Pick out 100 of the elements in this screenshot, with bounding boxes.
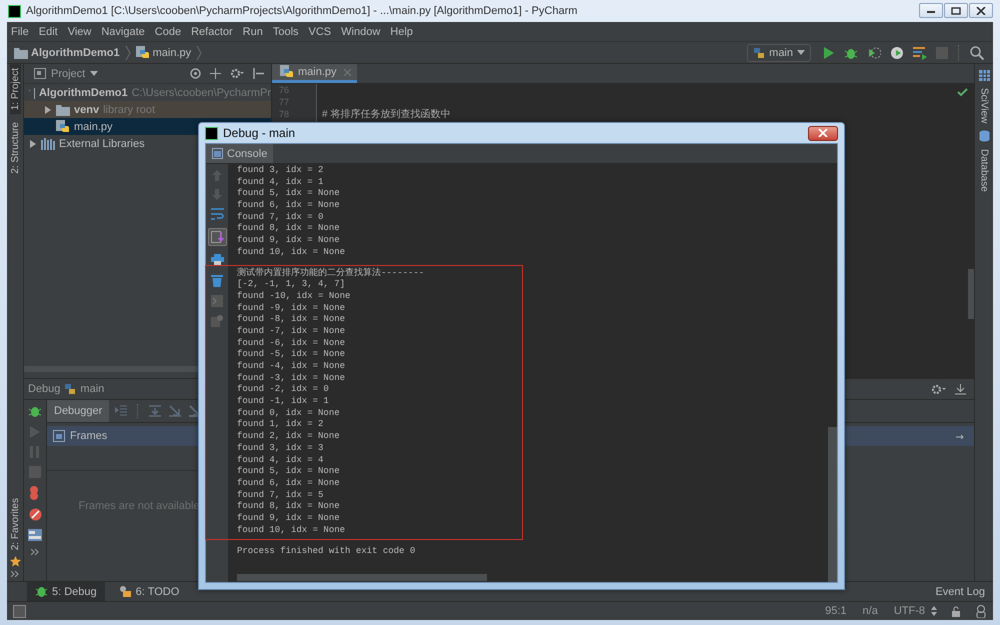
tool-window-tab[interactable]: 6: TODO <box>110 582 188 601</box>
console-line: found 4, idx = 4 <box>237 454 324 466</box>
close-button[interactable] <box>969 3 993 18</box>
folder-icon <box>14 46 28 58</box>
tool-window-tab[interactable]: 1: Project <box>10 64 20 114</box>
console-line: found 1, idx = 2 <box>237 419 324 432</box>
maximize-button[interactable] <box>944 3 968 18</box>
soft-wrap-icon[interactable] <box>210 208 224 220</box>
console-line: Process finished with exit code 0 <box>237 546 416 558</box>
breakpoints-icon[interactable] <box>29 486 41 500</box>
more-icon[interactable] <box>31 549 39 556</box>
coverage-icon[interactable] <box>867 46 881 60</box>
caret-position[interactable]: 95:1 <box>825 605 847 617</box>
project-icon <box>34 68 46 79</box>
database-icon <box>978 130 990 142</box>
tree-label: External Libraries <box>59 138 145 150</box>
gear-icon[interactable] <box>931 384 947 395</box>
pin-icon[interactable] <box>956 433 966 440</box>
window-title: AlgorithmDemo1 [C:\Users\cooben\PycharmProjects\AlgorithmDemo1] - ...\main.py [AlgorithmDemo1] - PyCharm <box>26 5 578 17</box>
menu-item[interactable]: Refactor <box>191 26 233 38</box>
expander-icon[interactable] <box>44 106 52 114</box>
python-file-icon <box>56 120 70 134</box>
console-line: found 9, idx = None <box>237 235 341 247</box>
console-line: found 6, idx = None <box>237 478 341 490</box>
menu-item[interactable]: File <box>11 26 29 38</box>
caret-icon <box>90 71 98 76</box>
profile-icon[interactable] <box>890 46 904 60</box>
bug-icon <box>35 585 48 598</box>
scrollbar[interactable] <box>968 269 974 319</box>
console-line: found 8, idx = None <box>237 223 341 236</box>
tool-window-tab[interactable]: 2: Structure <box>10 118 20 178</box>
console-line: found -5, idx = None <box>237 349 346 361</box>
tree-row[interactable]: venv library root <box>24 101 271 118</box>
python-file-icon <box>136 46 150 60</box>
session-tab[interactable]: main <box>80 383 104 396</box>
console-line: found 0, idx = None <box>237 408 341 420</box>
print-icon[interactable] <box>210 254 224 266</box>
scrollbar[interactable] <box>828 427 837 582</box>
minimize-button[interactable] <box>919 3 943 18</box>
console-line: found -4, idx = None <box>237 361 346 373</box>
python-icon <box>753 46 766 58</box>
menu-item[interactable]: Help <box>390 26 413 38</box>
console-line: found 2, idx = None <box>237 431 341 443</box>
console-line: found 3, idx = 2 <box>237 165 324 177</box>
menu-item[interactable]: View <box>68 26 92 38</box>
menu-item[interactable]: Navigate <box>101 26 145 38</box>
tool-window-tab[interactable]: Database <box>978 145 990 196</box>
menu-item[interactable]: Run <box>242 26 263 38</box>
file-encoding[interactable]: UTF-8 <box>894 605 925 617</box>
breadcrumb-item[interactable]: main.py <box>152 46 192 58</box>
layout-icon[interactable] <box>28 529 42 542</box>
console-line: found 5, idx = None <box>237 466 341 478</box>
console-tab[interactable]: Console <box>206 144 274 163</box>
tool-window-tab[interactable]: SciView <box>978 84 990 128</box>
menu-item[interactable]: VCS <box>308 26 332 38</box>
pycharm-logo-icon <box>205 126 218 140</box>
close-icon <box>976 6 986 14</box>
hide-icon[interactable] <box>253 68 264 79</box>
scroll-to-end-icon[interactable] <box>208 228 226 246</box>
caret-icon <box>797 50 805 55</box>
inspector-icon[interactable] <box>975 604 987 618</box>
menu-item[interactable]: Edit <box>38 26 58 38</box>
debugger-tab[interactable]: Debugger <box>47 400 110 422</box>
console-line: found -8, idx = None <box>237 314 346 326</box>
console-line: found 7, idx = 0 <box>237 212 324 224</box>
library-icon <box>41 138 55 150</box>
event-log-tab[interactable]: Event Log <box>927 582 993 601</box>
search-icon[interactable] <box>970 46 984 60</box>
menu-item[interactable]: Window <box>341 26 380 38</box>
tool-window-tab[interactable]: 2: Favorites <box>10 494 20 554</box>
tool-window-tab[interactable]: 5: Debug <box>27 582 105 601</box>
mute-breakpoints-icon[interactable] <box>28 508 42 522</box>
check-icon <box>957 88 968 97</box>
collapse-icon[interactable] <box>210 68 221 79</box>
scrollbar[interactable] <box>237 574 487 581</box>
gear-icon[interactable] <box>230 68 244 79</box>
line-separator[interactable]: n/a <box>862 605 878 617</box>
target-icon[interactable] <box>190 68 201 79</box>
bug-icon[interactable] <box>28 404 42 418</box>
more-icon[interactable] <box>11 571 19 577</box>
expander-icon[interactable] <box>29 140 37 148</box>
lock-icon[interactable] <box>951 606 961 616</box>
close-icon <box>818 129 828 137</box>
hide-icon[interactable] <box>955 384 966 395</box>
menu-item[interactable]: Tools <box>272 26 299 38</box>
concurrency-icon[interactable] <box>913 46 927 60</box>
tree-row[interactable]: AlgorithmDemo1 C:\Users\cooben\PycharmPr <box>24 84 271 101</box>
console-line: found 10, idx = None <box>237 524 346 536</box>
panel-toggle-icon[interactable] <box>13 604 26 618</box>
menu-item[interactable]: Code <box>154 26 182 38</box>
chevron-icon <box>196 44 202 60</box>
panel-title[interactable]: Project <box>51 68 86 80</box>
close-button[interactable] <box>808 126 838 140</box>
editor-tab[interactable]: main.py <box>272 64 357 83</box>
folder-icon <box>56 104 70 116</box>
run-icon[interactable] <box>823 46 835 60</box>
breadcrumb-item[interactable]: AlgorithmDemo1 <box>31 46 120 58</box>
run-configuration-dropdown[interactable]: main <box>747 44 811 62</box>
console-line: found 8, idx = None <box>237 501 341 513</box>
trash-icon[interactable] <box>211 274 223 287</box>
